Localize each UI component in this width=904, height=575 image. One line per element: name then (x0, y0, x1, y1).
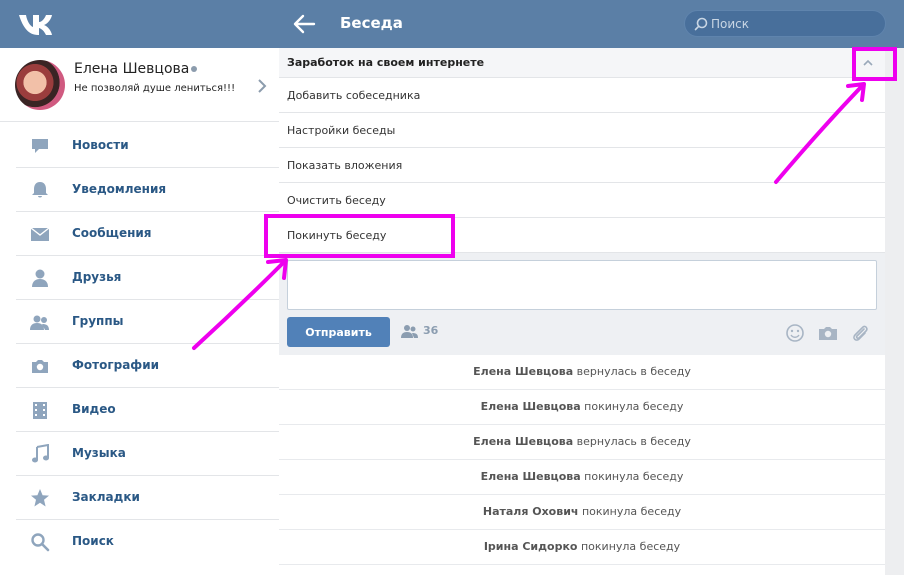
right-gutter (885, 48, 904, 575)
sidebar-item-label: Видео (72, 402, 116, 416)
event-action: покинула беседу (581, 505, 682, 518)
sidebar-item-music[interactable]: Музыка (16, 432, 279, 476)
music-note-icon (32, 444, 49, 463)
option-label: Добавить собеседника (287, 89, 421, 102)
profile-status: Не позволяй душе лениться!!! (74, 83, 236, 94)
sidebar: Елена Шевцова Не позволяй душе лениться!… (0, 48, 279, 575)
event-user-name[interactable]: Ірина Сидорко (484, 540, 578, 553)
sidebar-item-label: Уведомления (72, 182, 167, 196)
chat-event: Ірина Сидорко покинула беседу (279, 530, 885, 565)
sidebar-item-label: Друзья (72, 270, 122, 284)
back-arrow-icon[interactable] (290, 11, 318, 37)
chat-title: Заработок на своем интернете (287, 56, 485, 69)
page-title: Беседа (340, 14, 403, 32)
option-show-attachments[interactable]: Показать вложения (279, 148, 885, 183)
sidebar-item-bookmarks[interactable]: Закладки (16, 476, 279, 520)
option-leave-chat[interactable]: Покинуть беседу (279, 218, 885, 253)
search-box[interactable] (684, 10, 886, 37)
chat-panel: Заработок на своем интернете Добавить со… (279, 48, 885, 575)
event-user-name[interactable]: Наталя Охович (483, 505, 579, 518)
event-action: вернулась в беседу (576, 435, 691, 448)
sidebar-item-label: Новости (72, 138, 129, 152)
option-add-member[interactable]: Добавить собеседника (279, 78, 885, 113)
event-user-name[interactable]: Елена Шевцова (473, 435, 573, 448)
send-button[interactable]: Отправить (287, 317, 390, 347)
search-icon (31, 533, 50, 552)
vk-logo[interactable] (16, 9, 56, 39)
chat-events-list: Елена Шевцова вернулась в беседу Елена Ш… (279, 355, 885, 565)
sidebar-item-messages[interactable]: Сообщения (16, 212, 279, 256)
film-icon (33, 402, 47, 419)
smiley-icon[interactable] (785, 323, 805, 343)
people-icon (30, 315, 49, 330)
people-icon (401, 325, 418, 338)
sidebar-item-notifications[interactable]: Уведомления (16, 168, 279, 212)
sidebar-item-video[interactable]: Видео (16, 388, 279, 432)
sidebar-item-search[interactable]: Поиск (16, 520, 279, 564)
message-input[interactable] (287, 260, 877, 310)
option-chat-settings[interactable]: Настройки беседы (279, 113, 885, 148)
top-bar: Беседа (0, 0, 904, 48)
search-icon (694, 17, 708, 31)
search-input[interactable] (711, 14, 871, 34)
chevron-up-icon[interactable] (857, 52, 879, 74)
avatar[interactable] (15, 60, 65, 110)
members-count[interactable]: 36 (401, 324, 438, 338)
chat-event: Елена Шевцова вернулась в беседу (279, 425, 885, 460)
profile-name-row: Елена Шевцова (74, 61, 198, 77)
option-label: Покинуть беседу (287, 229, 387, 242)
option-clear-chat[interactable]: Очистить беседу (279, 183, 885, 218)
sidebar-item-label: Фотографии (72, 358, 160, 372)
event-user-name[interactable]: Елена Шевцова (473, 365, 573, 378)
star-icon (31, 489, 49, 507)
chat-event: Наталя Охович покинула беседу (279, 495, 885, 530)
bell-icon (32, 182, 48, 198)
profile-name: Елена Шевцова (74, 61, 190, 77)
camera-icon[interactable] (818, 323, 838, 343)
event-action: покинула беседу (584, 400, 684, 413)
event-action: вернулась в беседу (576, 365, 691, 378)
sidebar-item-label: Сообщения (72, 226, 152, 240)
person-icon (32, 269, 48, 287)
sidebar-item-photos[interactable]: Фотографии (16, 344, 279, 388)
sidebar-item-news[interactable]: Новости (16, 124, 279, 168)
page: Беседа Елена Шевцова Не позволяй душе ле… (0, 0, 904, 575)
event-action: покинула беседу (580, 540, 681, 553)
option-label: Очистить беседу (287, 194, 386, 207)
envelope-icon (30, 227, 50, 241)
event-user-name[interactable]: Елена Шевцова (481, 470, 581, 483)
sidebar-item-groups[interactable]: Группы (16, 300, 279, 344)
sidebar-item-label: Поиск (72, 534, 114, 548)
event-user-name[interactable]: Елена Шевцова (481, 400, 581, 413)
chevron-right-icon[interactable] (256, 78, 268, 94)
chat-header: Заработок на своем интернете (279, 48, 885, 78)
profile-card[interactable]: Елена Шевцова Не позволяй душе лениться!… (0, 48, 279, 122)
chat-options-menu: Добавить собеседника Настройки беседы По… (279, 78, 885, 253)
chat-event: Елена Шевцова покинула беседу (279, 390, 885, 425)
option-label: Показать вложения (287, 159, 403, 172)
chat-event: Елена Шевцова вернулась в беседу (279, 355, 885, 390)
sidebar-item-friends[interactable]: Друзья (16, 256, 279, 300)
sidebar-item-label: Музыка (72, 446, 126, 460)
paperclip-icon[interactable] (850, 323, 870, 343)
event-action: покинула беседу (584, 470, 684, 483)
news-icon (32, 139, 48, 153)
message-composer: Отправить 36 (279, 253, 885, 355)
online-indicator-icon (191, 66, 198, 72)
members-count-value: 36 (423, 324, 439, 337)
sidebar-item-label: Закладки (72, 490, 140, 504)
sidebar-menu: Новости Уведомления Сообщения Друзья Гру… (16, 124, 279, 564)
chat-event: Елена Шевцова покинула беседу (279, 460, 885, 495)
option-label: Настройки беседы (287, 124, 396, 137)
camera-icon (32, 360, 48, 373)
sidebar-item-label: Группы (72, 314, 124, 328)
